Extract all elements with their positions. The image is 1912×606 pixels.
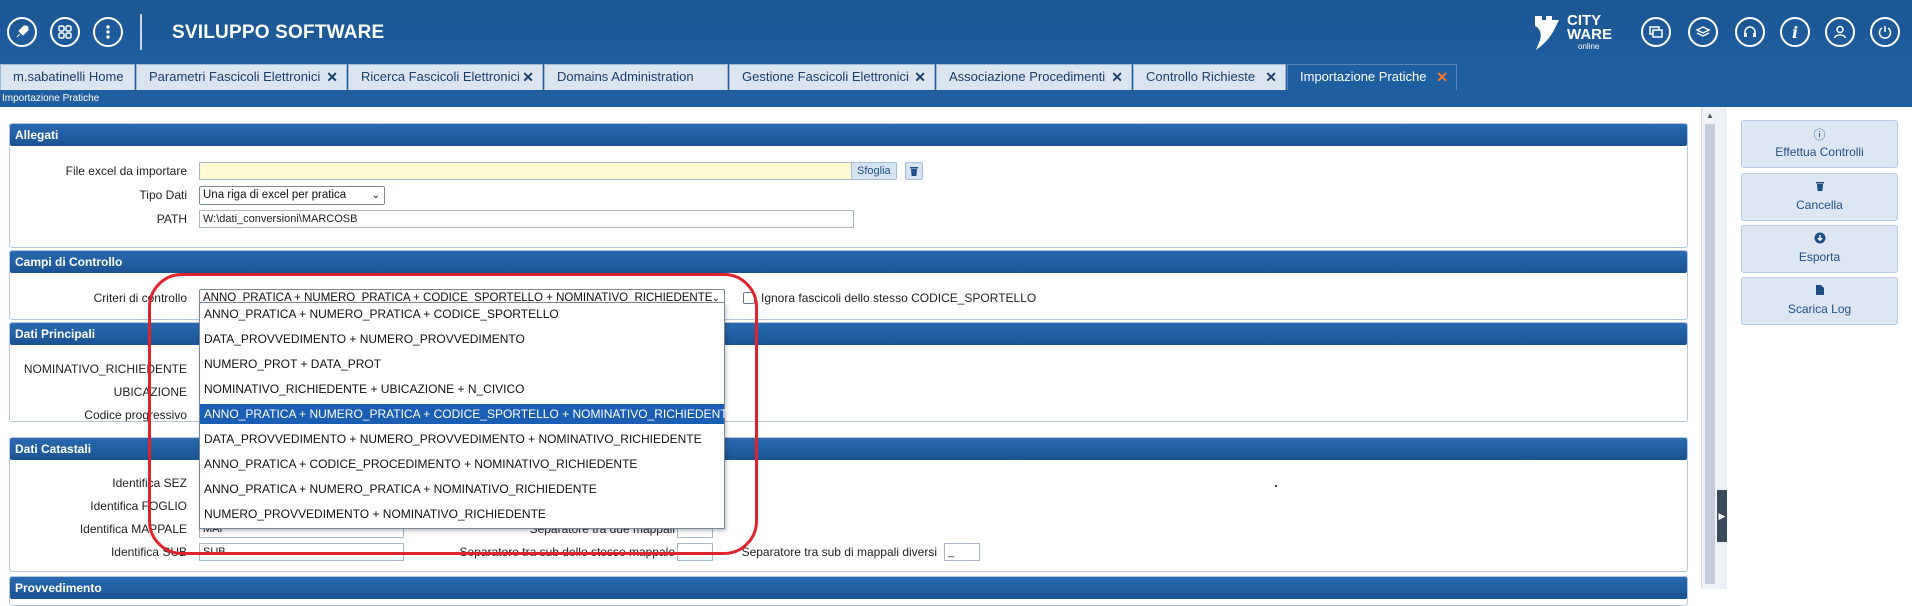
tipo-dati-select[interactable]: Una riga di excel per pratica ⌄: [199, 186, 385, 205]
layers-icon[interactable]: [1688, 17, 1718, 47]
ignora-label: Ignora fascicoli dello stesso CODICE_SPO…: [761, 291, 1037, 305]
section-allegati: Allegati File excel da importare Sfoglia…: [9, 123, 1688, 248]
criteri-label: Criteri di controllo: [93, 291, 187, 305]
header-separator: [140, 14, 142, 50]
tab-label: Ricerca Fascicoli Elettronici: [361, 69, 520, 84]
tab-label: m.sabatinelli Home: [13, 69, 124, 84]
close-icon[interactable]: ✕: [1265, 65, 1277, 89]
sep-sub-diversi-label: Separatore tra sub di mappali diversi: [741, 545, 937, 559]
button-label: Effettua Controlli: [1775, 145, 1864, 159]
tab-home[interactable]: m.sabatinelli Home: [0, 64, 135, 90]
user-icon[interactable]: [1825, 17, 1855, 47]
scrollbar-thumb[interactable]: [1705, 124, 1715, 584]
actions-panel: ⓘ Effettua Controlli Cancella Esporta Sc…: [1727, 107, 1912, 589]
button-label: Scarica Log: [1787, 302, 1852, 316]
tab-bar: m.sabatinelli Home Parametri Fascicoli E…: [0, 62, 1912, 90]
breadcrumb: Importazione Pratiche: [0, 90, 1912, 107]
grid-icon[interactable]: [50, 17, 80, 47]
dropdown-option[interactable]: NUMERO_PROVVEDIMENTO + NOMINATIVO_RICHIE…: [200, 504, 724, 524]
tab-label: Controllo Richieste: [1146, 69, 1256, 84]
mappale-label: Identifica MAPPALE: [79, 522, 187, 536]
more-vertical-icon[interactable]: [93, 17, 123, 47]
tab-parametri-fascicoli[interactable]: Parametri Fascicoli Elettronici ✕: [136, 64, 347, 90]
file-icon: [1742, 284, 1897, 300]
close-icon[interactable]: ✕: [522, 65, 534, 89]
tab-label: Gestione Fascicoli Elettronici: [742, 69, 909, 84]
close-icon[interactable]: ✕: [914, 65, 926, 89]
dropdown-option[interactable]: ANNO_PRATICA + NUMERO_PRATICA + NOMINATI…: [200, 479, 724, 499]
foglio-label: Identifica FOGLIO: [90, 499, 187, 513]
scroll-up-icon[interactable]: ▲: [1706, 111, 1714, 120]
scarica-log-button[interactable]: Scarica Log: [1741, 277, 1898, 325]
app-header: SVILUPPO SOFTWARE CITY WARE online i: [0, 0, 1912, 62]
dropdown-option[interactable]: NUMERO_PROT + DATA_PROT: [200, 354, 724, 374]
tab-label: Associazione Procedimenti: [949, 69, 1106, 84]
sez-label: Identifica SEZ: [112, 476, 187, 490]
section-title: Provvedimento: [10, 577, 1687, 599]
path-input[interactable]: W:\dati_conversioni\MARCOSB: [199, 210, 854, 228]
sub-label: Identifica SUB: [110, 545, 187, 559]
tab-label: Parametri Fascicoli Elettronici: [149, 69, 321, 84]
stray-dot: [1275, 485, 1277, 487]
ignora-checkbox[interactable]: [743, 292, 755, 304]
tab-gestione-fascicoli[interactable]: Gestione Fascicoli Elettronici ✕: [729, 64, 935, 90]
dropdown-option[interactable]: DATA_PROVVEDIMENTO + NUMERO_PROVVEDIMENT…: [200, 429, 724, 449]
vertical-scrollbar[interactable]: ▲: [1701, 107, 1717, 589]
nominativo-label: NOMINATIVO_RICHIEDENTE: [23, 362, 187, 376]
info-circle-icon: ⓘ: [1813, 128, 1826, 142]
effettua-controlli-button[interactable]: ⓘ Effettua Controlli: [1741, 120, 1898, 168]
sep-sub-diversi-input[interactable]: _: [944, 543, 980, 561]
path-label: PATH: [156, 212, 187, 226]
sep-sub-stesso-label: Separatore tra sub dello stesso mappale: [459, 545, 675, 559]
trash-icon: [1742, 180, 1897, 196]
tab-controllo-richieste[interactable]: Controllo Richieste ✕: [1133, 64, 1286, 90]
windows-icon[interactable]: [1641, 17, 1671, 47]
tipo-dati-value: Una riga di excel per pratica: [203, 189, 347, 201]
rocket-icon[interactable]: [7, 17, 37, 47]
tab-domains-administration[interactable]: Domains Administration: [544, 64, 728, 90]
tab-ricerca-fascicoli[interactable]: Ricerca Fascicoli Elettronici ✕: [348, 64, 543, 90]
sep-sub-stesso-input[interactable]: [677, 543, 713, 561]
browse-button[interactable]: Sfoglia: [851, 162, 897, 180]
collapse-panel-icon[interactable]: ▶: [1717, 490, 1727, 542]
sub-input[interactable]: SUB: [199, 543, 404, 561]
close-icon[interactable]: ✕: [1111, 65, 1123, 89]
dropdown-option[interactable]: ANNO_PRATICA + CODICE_PROCEDIMENTO + NOM…: [200, 454, 724, 474]
tab-associazione-procedimenti[interactable]: Associazione Procedimenti ✕: [936, 64, 1132, 90]
section-title: Campi di Controllo: [10, 251, 1687, 273]
info-icon[interactable]: i: [1780, 17, 1810, 47]
esporta-button[interactable]: Esporta: [1741, 225, 1898, 273]
ubicazione-label: UBICAZIONE: [113, 385, 187, 399]
tab-importazione-pratiche[interactable]: Importazione Pratiche ✕: [1287, 64, 1457, 90]
trash-icon[interactable]: [905, 162, 923, 180]
dropdown-option-selected[interactable]: ANNO_PRATICA + NUMERO_PRATICA + CODICE_S…: [200, 404, 736, 424]
tipo-dati-label: Tipo Dati: [139, 188, 187, 202]
cityware-logo: CITY WARE online: [1532, 13, 1622, 54]
logo-text-online: online: [1578, 42, 1600, 51]
file-excel-input[interactable]: [199, 162, 854, 180]
section-provvedimento: Provvedimento: [9, 576, 1688, 606]
download-circle-icon: [1742, 232, 1897, 248]
dropdown-option[interactable]: DATA_PROVVEDIMENTO + NUMERO_PROVVEDIMENT…: [200, 329, 724, 349]
button-label: Esporta: [1798, 250, 1841, 264]
cancella-button[interactable]: Cancella: [1741, 173, 1898, 221]
logo-text-ware: WARE: [1567, 26, 1612, 43]
button-label: Cancella: [1796, 198, 1843, 212]
tab-label: Domains Administration: [557, 69, 694, 84]
app-title: SVILUPPO SOFTWARE: [172, 22, 385, 43]
chevron-down-icon: ⌄: [371, 190, 380, 201]
headset-icon[interactable]: [1735, 17, 1765, 47]
codice-progressivo-label: Codice progressivo: [84, 408, 187, 422]
criteri-dropdown-list: ANNO_PRATICA + NUMERO_PRATICA + CODICE_S…: [199, 302, 736, 529]
file-excel-label: File excel da importare: [65, 164, 187, 178]
dropdown-option[interactable]: NOMINATIVO_RICHIEDENTE + UBICAZIONE + N_…: [200, 379, 724, 399]
dropdown-option[interactable]: ANNO_PRATICA + NUMERO_PRATICA + CODICE_S…: [200, 304, 724, 324]
power-icon[interactable]: [1870, 17, 1900, 47]
cityware-logo-mark: [1535, 16, 1559, 50]
close-icon[interactable]: ✕: [1436, 65, 1448, 89]
tab-label: Importazione Pratiche: [1300, 69, 1427, 84]
close-icon[interactable]: ✕: [326, 65, 338, 89]
section-title: Allegati: [10, 124, 1687, 146]
